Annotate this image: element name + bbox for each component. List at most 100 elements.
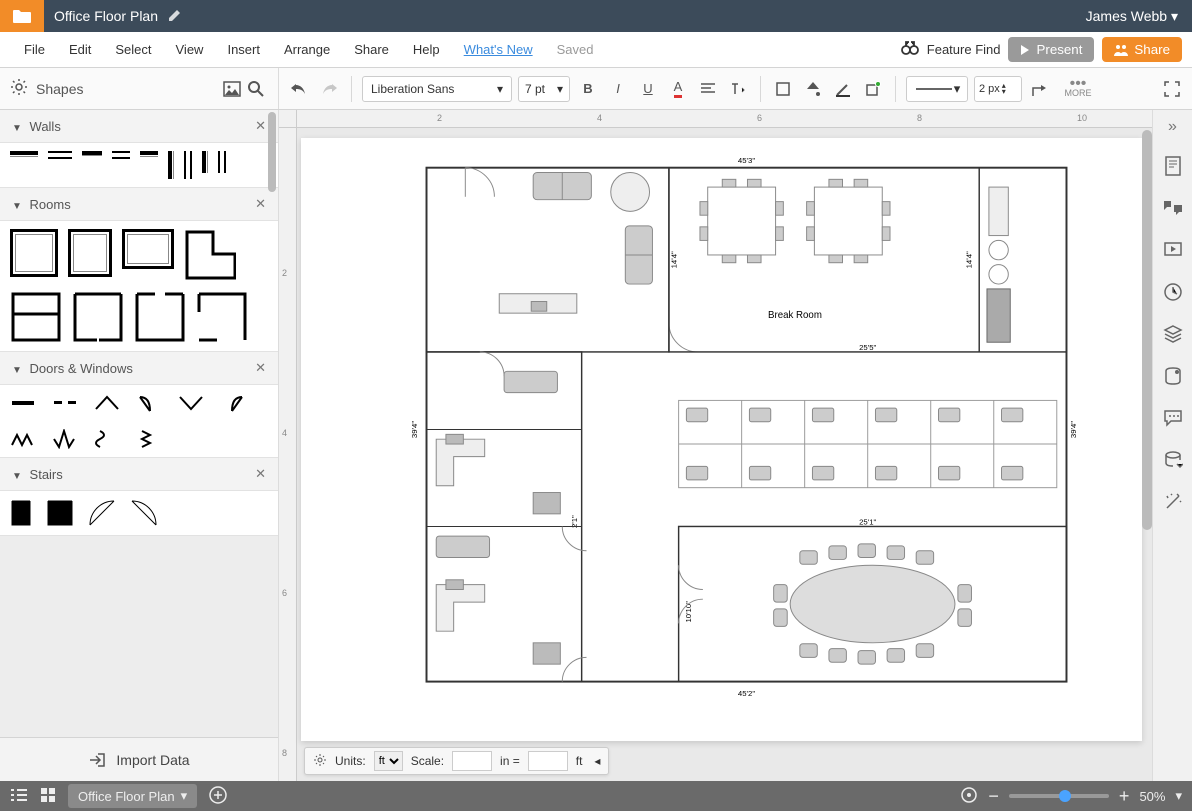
import-data-button[interactable]: Import Data: [0, 737, 278, 781]
menu-file[interactable]: File: [14, 36, 55, 63]
close-icon[interactable]: ✕: [255, 196, 266, 212]
units-select[interactable]: ft: [374, 751, 403, 771]
wall-shape[interactable]: [82, 151, 102, 156]
close-icon[interactable]: ✕: [255, 360, 266, 376]
wall-shape[interactable]: [202, 151, 208, 173]
scale-to-input[interactable]: [528, 751, 568, 771]
door-shape[interactable]: [10, 393, 36, 413]
room-shape[interactable]: [122, 229, 174, 269]
gear-icon[interactable]: [313, 753, 327, 770]
sidebar-scrollbar[interactable]: [268, 112, 276, 192]
wall-shape[interactable]: [112, 151, 130, 159]
wall-shape[interactable]: [10, 151, 38, 157]
zoom-thumb[interactable]: [1059, 790, 1071, 802]
stair-shape[interactable]: [130, 499, 158, 527]
list-view-icon[interactable]: [10, 788, 28, 805]
database-icon[interactable]: [1161, 448, 1185, 472]
layers-icon[interactable]: [1161, 322, 1185, 346]
collapse-icon[interactable]: »: [1168, 118, 1177, 136]
stair-shape[interactable]: [46, 499, 74, 527]
room-shape[interactable]: [10, 229, 58, 277]
feature-find-label[interactable]: Feature Find: [927, 42, 1001, 57]
room-shape[interactable]: [184, 229, 236, 281]
share-button[interactable]: Share: [1102, 37, 1182, 62]
wall-shape[interactable]: [218, 151, 226, 173]
more-button[interactable]: •••MORE: [1058, 80, 1098, 98]
canvas-page[interactable]: Break Room 45'3" 45'2" 39'4" 39'4" 25'5"…: [301, 138, 1142, 741]
stencil-header-walls[interactable]: ▼ Walls ✕: [0, 110, 278, 143]
door-shape[interactable]: [94, 393, 120, 413]
comment-icon[interactable]: [1161, 196, 1185, 220]
menu-select[interactable]: Select: [105, 36, 161, 63]
gear-icon[interactable]: [10, 78, 28, 99]
floorplan-drawing[interactable]: Break Room 45'3" 45'2" 39'4" 39'4" 25'5"…: [381, 158, 1112, 701]
line-width-select[interactable]: 2 px▴▾: [974, 76, 1022, 102]
magic-icon[interactable]: [1161, 490, 1185, 514]
room-shape[interactable]: [196, 291, 248, 343]
scale-from-input[interactable]: [452, 751, 492, 771]
door-shape[interactable]: [220, 393, 246, 413]
menu-help[interactable]: Help: [403, 36, 450, 63]
shape-options-icon[interactable]: [861, 77, 885, 101]
canvas-area[interactable]: 2 4 6 8 10 2 4 6 8: [279, 110, 1152, 781]
door-shape[interactable]: [136, 429, 162, 449]
wall-shape[interactable]: [48, 151, 72, 159]
shape-outline-icon[interactable]: [771, 77, 795, 101]
presentation-icon[interactable]: [1161, 238, 1185, 262]
connector-icon[interactable]: [1028, 77, 1052, 101]
line-color-icon[interactable]: [831, 77, 855, 101]
menu-arrange[interactable]: Arrange: [274, 36, 340, 63]
door-shape[interactable]: [10, 429, 36, 449]
grid-view-icon[interactable]: [40, 787, 56, 806]
stair-shape[interactable]: [10, 499, 32, 527]
text-options-icon[interactable]: [726, 77, 750, 101]
folder-icon[interactable]: [0, 0, 44, 32]
stencil-header-rooms[interactable]: ▼ Rooms ✕: [0, 188, 278, 221]
font-select[interactable]: Liberation Sans▾: [362, 76, 512, 102]
zoom-level[interactable]: 50%: [1139, 789, 1165, 804]
document-title[interactable]: Office Floor Plan: [44, 8, 168, 24]
menu-whats-new[interactable]: What's New: [454, 36, 543, 63]
chat-icon[interactable]: [1161, 406, 1185, 430]
stair-shape[interactable]: [88, 499, 116, 527]
page-tab[interactable]: Office Floor Plan ▾: [68, 784, 197, 808]
menu-view[interactable]: View: [166, 36, 214, 63]
fullscreen-icon[interactable]: [1160, 77, 1184, 101]
room-shape[interactable]: [134, 291, 186, 343]
room-shape[interactable]: [10, 291, 62, 343]
user-menu[interactable]: James Webb ▾: [1072, 8, 1192, 25]
line-style-select[interactable]: ▾: [906, 76, 968, 102]
stencil-header-doors[interactable]: ▼ Doors & Windows ✕: [0, 352, 278, 385]
menu-edit[interactable]: Edit: [59, 36, 101, 63]
stencil-header-stairs[interactable]: ▼ Stairs ✕: [0, 458, 278, 491]
data-icon[interactable]: [1161, 364, 1185, 388]
text-color-icon[interactable]: A: [666, 77, 690, 101]
menu-insert[interactable]: Insert: [217, 36, 270, 63]
image-icon[interactable]: [220, 77, 244, 101]
wall-shape[interactable]: [168, 151, 174, 179]
search-icon[interactable]: [244, 77, 268, 101]
zoom-in-icon[interactable]: +: [1119, 786, 1130, 807]
target-icon[interactable]: [960, 786, 978, 807]
zoom-slider[interactable]: [1009, 794, 1109, 798]
history-icon[interactable]: [1161, 280, 1185, 304]
room-shape[interactable]: [72, 291, 124, 343]
room-shape[interactable]: [68, 229, 112, 277]
collapse-icon[interactable]: ◂: [590, 754, 600, 768]
page-settings-icon[interactable]: [1161, 154, 1185, 178]
wall-shape[interactable]: [184, 151, 192, 179]
bold-icon[interactable]: B: [576, 77, 600, 101]
zoom-out-icon[interactable]: −: [988, 786, 999, 807]
font-size-select[interactable]: 7 pt▾: [518, 76, 570, 102]
menu-share[interactable]: Share: [344, 36, 399, 63]
canvas-scrollbar[interactable]: [1142, 130, 1152, 530]
door-shape[interactable]: [52, 393, 78, 413]
italic-icon[interactable]: I: [606, 77, 630, 101]
close-icon[interactable]: ✕: [255, 466, 266, 482]
add-page-icon[interactable]: [209, 786, 227, 807]
binoculars-icon[interactable]: [901, 41, 919, 58]
door-shape[interactable]: [178, 393, 204, 413]
door-shape[interactable]: [136, 393, 162, 413]
present-button[interactable]: Present: [1008, 37, 1094, 62]
align-icon[interactable]: [696, 77, 720, 101]
